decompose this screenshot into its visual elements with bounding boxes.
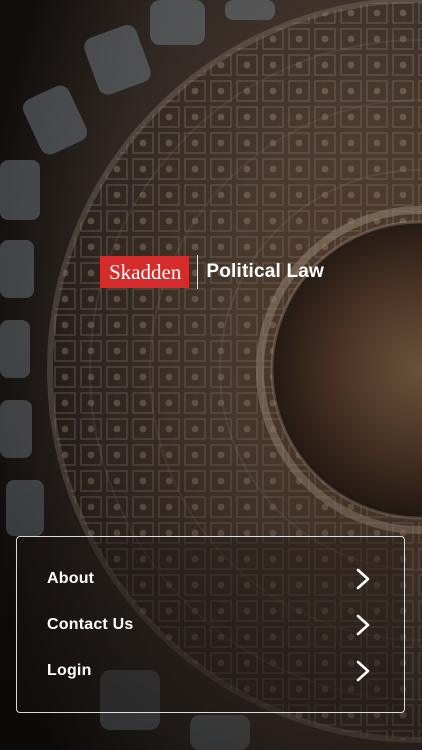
menu-item-label: About [47,570,95,587]
logo-product-name: Political Law [206,261,325,282]
menu-item-label: Contact Us [47,616,134,633]
chevron-right-icon [356,660,370,682]
menu-item-contact-us[interactable]: Contact Us [17,603,406,647]
chevron-right-icon [356,568,370,590]
menu-item-label: Login [47,662,92,679]
chevron-right-icon [356,614,370,636]
menu-item-login[interactable]: Login [17,649,406,693]
skadden-logo-box: Skadden [100,256,190,288]
skadden-political-law-logo: Skadden Political Law [100,255,325,289]
splash-screen: Skadden Political Law About Contact Us L… [0,0,422,750]
logo-divider [197,255,199,289]
menu-item-about[interactable]: About [17,557,406,601]
main-menu: About Contact Us Login [16,536,405,713]
